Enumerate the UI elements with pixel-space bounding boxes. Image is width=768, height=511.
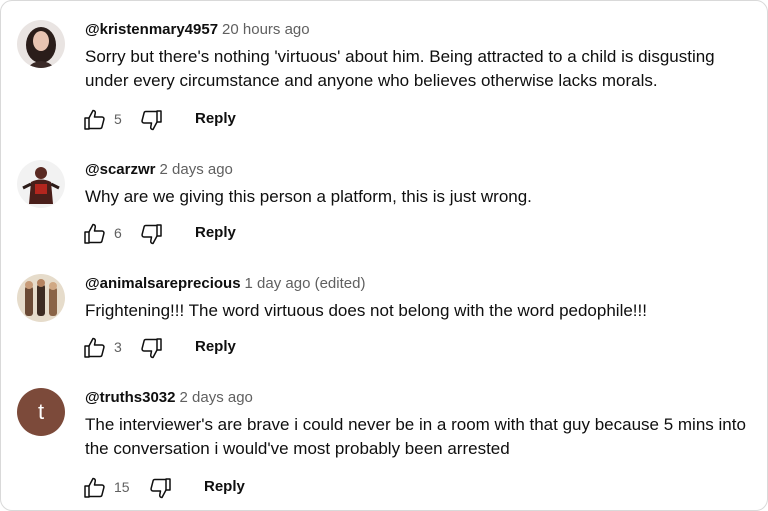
like-button[interactable] [82,335,108,361]
comment-text: Why are we giving this person a platform… [85,187,532,206]
thumbs-up-icon [84,337,105,358]
reply-button[interactable]: Reply [204,478,245,495]
avatar-letter: t [37,399,45,424]
thumbs-down-icon [150,478,171,499]
avatar[interactable] [17,160,65,208]
comment-actions: 5 Reply [82,107,282,133]
comment-actions: 6 Reply [82,221,282,247]
author-name[interactable]: @kristenmary4957 [85,21,218,38]
like-count: 5 [114,111,122,127]
dislike-button[interactable] [138,335,164,361]
reply-button[interactable]: Reply [195,224,236,241]
dislike-button[interactable] [138,107,164,133]
thumbs-down-icon [141,338,162,359]
comment-text: Sorry but there's nothing 'virtuous' abo… [85,47,715,90]
thumbs-up-icon [84,477,105,498]
like-button[interactable] [82,475,108,501]
avatar[interactable] [17,274,65,322]
author-name[interactable]: @truths3032 [85,389,176,406]
comment-text: Frightening!!! The word virtuous does no… [85,301,647,320]
reply-button[interactable]: Reply [195,110,236,127]
comment-header: @scarzwr 2 days ago [85,160,233,180]
like-count: 6 [114,225,122,241]
like-count: 3 [114,339,122,355]
comment-time[interactable]: 2 days ago [180,389,253,406]
thumbs-down-icon [141,110,162,131]
comment-actions: 15 Reply [82,475,282,501]
avatar[interactable]: t [17,388,65,436]
like-button[interactable] [82,107,108,133]
comment-text: The interviewer's are brave i could neve… [85,415,746,458]
like-button[interactable] [82,221,108,247]
comment-time[interactable]: 2 days ago [160,161,233,178]
comment-header: @truths3032 2 days ago [85,388,253,408]
like-count: 15 [114,479,130,495]
thumbs-up-icon [84,223,105,244]
reply-button[interactable]: Reply [195,338,236,355]
avatar[interactable] [17,20,65,68]
comment-time[interactable]: 20 hours ago [222,21,310,38]
author-name[interactable]: @animalsareprecious [85,275,241,292]
thumbs-up-icon [84,109,105,130]
comment-time[interactable]: 1 day ago (edited) [245,275,366,292]
thumbs-down-icon [141,224,162,245]
comment-actions: 3 Reply [82,335,282,361]
author-name[interactable]: @scarzwr [85,161,156,178]
dislike-button[interactable] [147,475,173,501]
comment-header: @kristenmary4957 20 hours ago [85,20,310,40]
comment-header: @animalsareprecious 1 day ago (edited) [85,274,365,294]
dislike-button[interactable] [138,221,164,247]
